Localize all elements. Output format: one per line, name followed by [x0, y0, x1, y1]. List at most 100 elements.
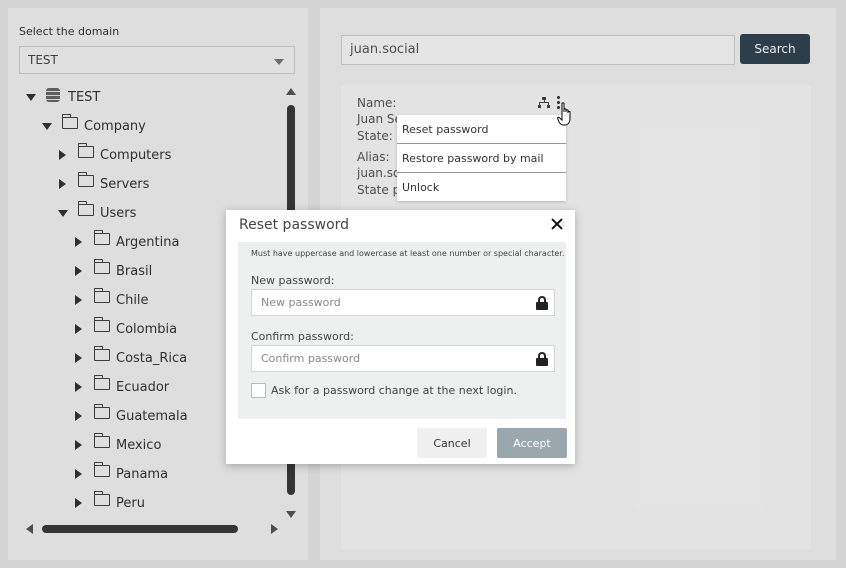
folder-icon: [93, 404, 110, 419]
hierarchy-icon[interactable]: [538, 97, 550, 108]
tree-node-country[interactable]: Costa_Rica: [72, 346, 188, 369]
folder-icon: [93, 230, 110, 245]
tree-node-label: Computers: [100, 147, 172, 163]
tree-node-country[interactable]: Argentina: [72, 230, 180, 253]
expanded-arrow-icon[interactable]: [40, 119, 54, 133]
folder-icon: [77, 172, 94, 187]
tree-node-country[interactable]: Chile: [72, 288, 149, 311]
name-value: Juan Se: [357, 112, 402, 126]
collapsed-arrow-icon[interactable]: [72, 235, 86, 249]
expanded-arrow-icon[interactable]: [24, 90, 38, 104]
folder-icon: [77, 143, 94, 158]
search-input[interactable]: juan.social: [341, 35, 735, 65]
tree-node-label: Mexico: [116, 437, 162, 453]
password-hint: Must have uppercase and lowercase at lea…: [251, 249, 565, 258]
tree-node-label: Company: [84, 118, 146, 134]
dialog-title: Reset password: [239, 217, 350, 233]
menu-item-restore-password-by-mail[interactable]: Restore password by mail: [397, 144, 566, 173]
domain-label: Select the domain: [19, 25, 120, 38]
collapsed-arrow-icon[interactable]: [72, 322, 86, 336]
tree-node-users[interactable]: Users: [56, 201, 137, 224]
tree-node-country[interactable]: Colombia: [72, 317, 178, 340]
tree-node-company[interactable]: Company: [40, 114, 146, 137]
folder-icon: [93, 288, 110, 303]
tree-node-root[interactable]: TEST: [24, 86, 100, 108]
tree-node-country[interactable]: Panama: [72, 462, 169, 485]
collapsed-arrow-icon[interactable]: [72, 409, 86, 423]
scroll-down-icon[interactable]: [286, 511, 296, 518]
tree-node-label: Brasil: [116, 263, 153, 279]
alias-value: juan.so: [357, 166, 401, 180]
menu-item-reset-password[interactable]: Reset password: [397, 115, 566, 144]
tree-node-label: Argentina: [116, 234, 180, 250]
force-change-checkbox[interactable]: [251, 383, 266, 398]
folder-icon: [93, 491, 110, 506]
folder-icon: [93, 317, 110, 332]
tree-node-label: Panama: [116, 466, 169, 482]
reset-password-dialog: Reset password Must have uppercase and l…: [226, 210, 575, 464]
folder-icon: [93, 259, 110, 274]
confirm-password-label: Confirm password:: [251, 330, 354, 343]
accept-button[interactable]: Accept: [497, 428, 567, 458]
tree-node-label: Peru: [116, 495, 145, 511]
tree-node-servers[interactable]: Servers: [56, 172, 150, 195]
collapsed-arrow-icon[interactable]: [72, 293, 86, 307]
tree-node-label: Colombia: [116, 321, 178, 337]
tree-node-label: Users: [100, 205, 137, 221]
tree-node-country[interactable]: Guatemala: [72, 404, 188, 427]
hand-cursor-icon: [557, 102, 571, 126]
domain-select-value: TEST: [28, 53, 58, 67]
tree-node-label: TEST: [68, 89, 101, 105]
collapsed-arrow-icon[interactable]: [72, 438, 86, 452]
new-password-field[interactable]: New password: [251, 289, 555, 316]
state-label: State:: [357, 129, 393, 143]
tree-node-label: Guatemala: [116, 408, 188, 424]
close-icon[interactable]: [551, 218, 563, 230]
domain-select[interactable]: TEST: [19, 46, 295, 74]
new-password-label: New password:: [251, 274, 335, 287]
folder-icon: [93, 462, 110, 477]
confirm-password-placeholder: Confirm password: [261, 352, 361, 365]
tree-node-label: Costa_Rica: [116, 350, 188, 366]
collapsed-arrow-icon[interactable]: [72, 496, 86, 510]
chevron-down-icon: [274, 59, 284, 65]
tree-node-country[interactable]: Peru: [72, 491, 145, 514]
context-menu: Reset password Restore password by mail …: [397, 115, 566, 201]
folder-icon: [93, 433, 110, 448]
folder-icon: [77, 201, 94, 216]
tree-node-computers[interactable]: Computers: [56, 143, 172, 166]
scrollbar-thumb[interactable]: [42, 525, 238, 533]
scroll-left-icon[interactable]: [26, 524, 33, 534]
name-label: Name:: [357, 96, 397, 110]
collapsed-arrow-icon[interactable]: [56, 148, 70, 162]
scroll-right-icon[interactable]: [271, 524, 278, 534]
tree-node-label: Servers: [100, 176, 150, 192]
horizontal-scrollbar[interactable]: [26, 524, 278, 534]
lock-icon: [536, 296, 548, 310]
expanded-arrow-icon[interactable]: [56, 206, 70, 220]
menu-item-unlock[interactable]: Unlock: [397, 173, 566, 202]
collapsed-arrow-icon[interactable]: [72, 467, 86, 481]
folder-icon: [93, 375, 110, 390]
tree-node-country[interactable]: Mexico: [72, 433, 162, 456]
search-button[interactable]: Search: [740, 34, 810, 64]
dialog-body: Must have uppercase and lowercase at lea…: [238, 242, 566, 419]
alias-label: Alias:: [357, 150, 390, 164]
collapsed-arrow-icon[interactable]: [72, 380, 86, 394]
collapsed-arrow-icon[interactable]: [72, 264, 86, 278]
database-icon: [46, 88, 60, 102]
confirm-password-field[interactable]: Confirm password: [251, 345, 555, 372]
tree-node-label: Chile: [116, 292, 149, 308]
scroll-up-icon[interactable]: [286, 88, 296, 95]
tree-node-label: Ecuador: [116, 379, 170, 395]
collapsed-arrow-icon[interactable]: [72, 351, 86, 365]
collapsed-arrow-icon[interactable]: [56, 177, 70, 191]
new-password-placeholder: New password: [261, 296, 341, 309]
tree-node-country[interactable]: Ecuador: [72, 375, 170, 398]
force-change-label: Ask for a password change at the next lo…: [271, 384, 517, 397]
tree-node-country[interactable]: Brasil: [72, 259, 153, 282]
folder-icon: [93, 346, 110, 361]
state-password-label: State p: [357, 183, 401, 197]
cancel-button[interactable]: Cancel: [417, 428, 487, 458]
folder-icon: [61, 114, 78, 129]
